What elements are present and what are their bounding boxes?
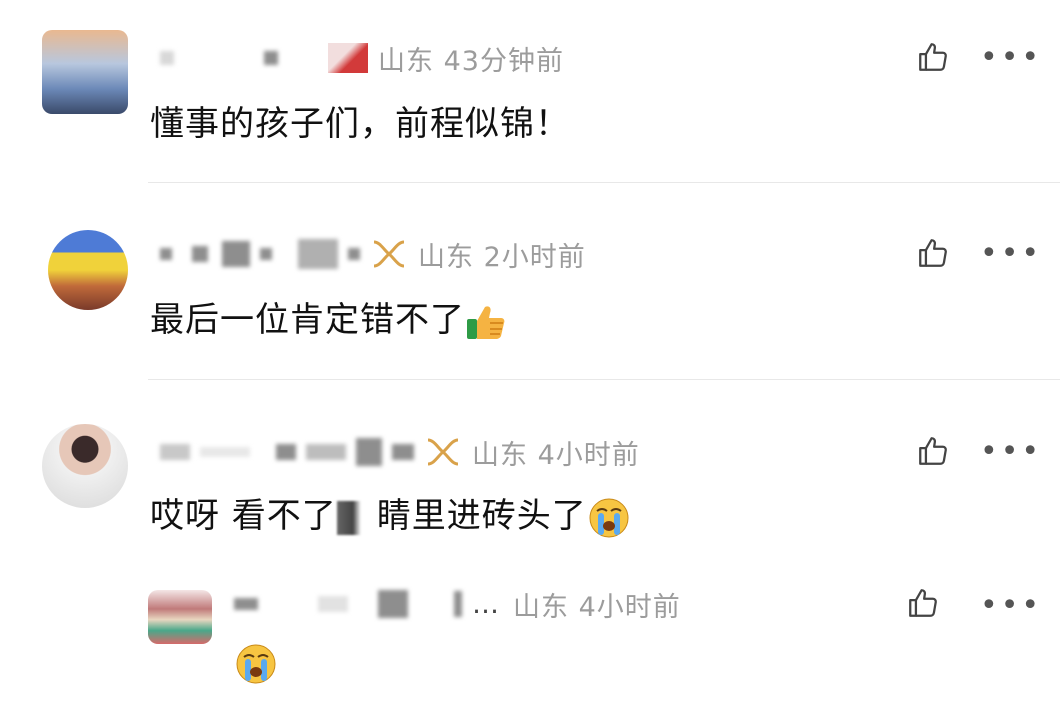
like-icon[interactable] [916, 236, 950, 270]
crying-face-emoji [589, 498, 629, 537]
location-time: 山东 43分钟前 [378, 45, 564, 77]
more-icon[interactable]: ••• [980, 591, 1042, 621]
gold-badge-icon [373, 240, 405, 268]
red-badge-icon [328, 43, 368, 73]
comment-text-content: 最后一位肯定错不了 [150, 300, 465, 340]
thumbs-up-emoji [467, 305, 505, 339]
comment-text: 哎呀 看不了 睛里进砖头了 [150, 488, 631, 540]
avatar[interactable] [42, 424, 128, 508]
more-icon[interactable]: ••• [980, 43, 1042, 73]
more-icon[interactable]: ••• [980, 239, 1042, 269]
more-icon[interactable]: ••• [980, 437, 1042, 467]
username-blurred[interactable] [234, 598, 258, 610]
comment-meta: … 山东 4小时前 [234, 584, 681, 624]
location-time: 山东 4小时前 [513, 591, 681, 623]
comment-text-content: 睛里进砖头了 [376, 496, 587, 536]
gold-badge-icon [427, 438, 459, 466]
avatar[interactable] [48, 230, 128, 310]
like-icon[interactable] [916, 434, 950, 468]
username-blurred[interactable] [160, 51, 174, 65]
comment-meta: 山东 2小时前 [160, 234, 586, 274]
comment-text: 最后一位肯定错不了 [150, 292, 507, 343]
comment-meta: 山东 4小时前 [160, 432, 640, 472]
crying-face-emoji [236, 644, 276, 684]
like-icon[interactable] [916, 40, 950, 74]
username-blurred[interactable] [160, 444, 190, 460]
divider [148, 379, 1060, 380]
username-blurred[interactable] [160, 248, 172, 260]
avatar[interactable] [42, 30, 128, 114]
comment-text-content: 哎呀 看不了 [150, 496, 337, 536]
avatar[interactable] [148, 590, 212, 644]
obscured-char [336, 500, 377, 535]
divider [148, 182, 1060, 183]
location-time: 山东 2小时前 [418, 241, 586, 273]
comment-meta: 山东 43分钟前 [160, 38, 564, 78]
comment-text: 懂事的孩子们，前程似锦！ [150, 104, 570, 144]
location-time: 山东 4小时前 [472, 439, 640, 471]
like-icon[interactable] [906, 586, 940, 620]
